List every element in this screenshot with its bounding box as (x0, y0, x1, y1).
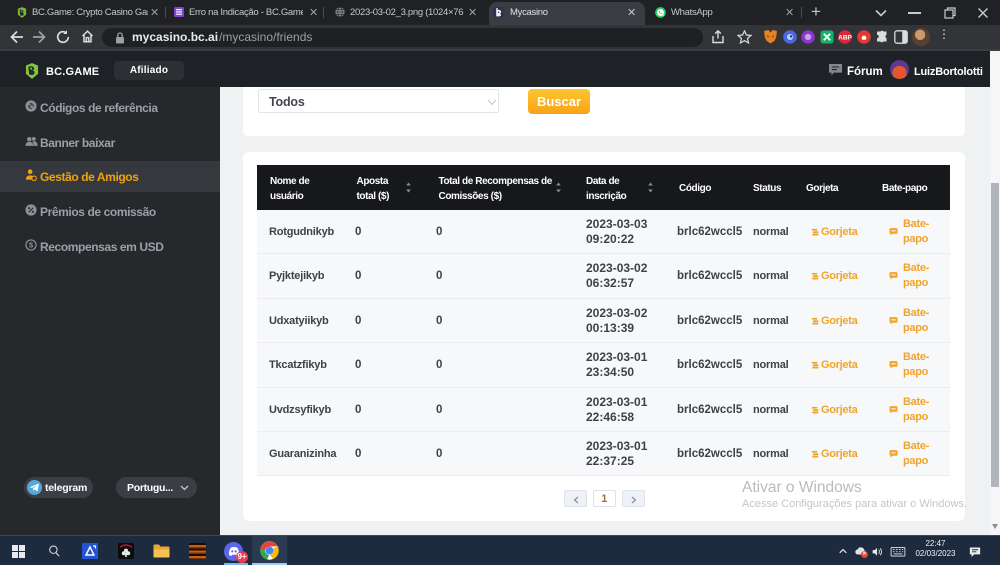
svg-text:ABP: ABP (838, 35, 852, 42)
svg-text:$: $ (29, 241, 34, 250)
